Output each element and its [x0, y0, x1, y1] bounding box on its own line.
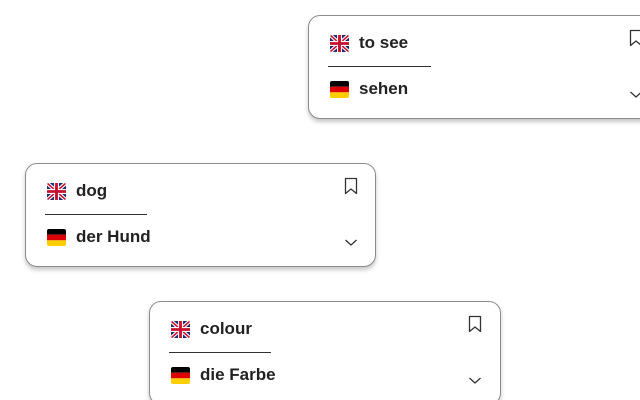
bookmark-icon[interactable]: [344, 177, 358, 195]
germany-flag-icon: [47, 228, 66, 246]
target-word-row: die Farbe: [171, 365, 276, 385]
word-divider: [328, 66, 431, 67]
target-word: sehen: [359, 79, 409, 98]
word-divider: [169, 352, 271, 353]
source-word-row: colour: [171, 319, 252, 339]
target-word-row: sehen: [330, 79, 408, 99]
word-divider: [45, 214, 147, 215]
vocabulary-card-canvas: to see sehen dog der Hund colour die Far…: [0, 0, 640, 400]
germany-flag-icon: [171, 366, 190, 384]
vocabulary-card[interactable]: to see sehen: [308, 15, 640, 119]
germany-flag-icon: [330, 80, 349, 98]
target-word-row: der Hund: [47, 227, 151, 247]
source-word: colour: [200, 319, 252, 338]
chevron-down-icon[interactable]: [344, 234, 358, 246]
uk-flag-icon: [171, 320, 190, 338]
source-word-row: dog: [47, 181, 107, 201]
vocabulary-card[interactable]: dog der Hund: [25, 163, 376, 267]
uk-flag-icon: [330, 34, 349, 52]
target-word: der Hund: [76, 227, 151, 246]
vocabulary-card[interactable]: colour die Farbe: [149, 301, 501, 400]
source-word: dog: [76, 181, 108, 200]
source-word: to see: [359, 33, 409, 52]
uk-flag-icon: [47, 182, 66, 200]
source-word-row: to see: [330, 33, 408, 53]
chevron-down-icon[interactable]: [468, 372, 482, 384]
chevron-down-icon[interactable]: [629, 86, 640, 98]
bookmark-icon[interactable]: [629, 29, 640, 47]
bookmark-icon[interactable]: [468, 315, 482, 333]
target-word: die Farbe: [200, 365, 276, 384]
